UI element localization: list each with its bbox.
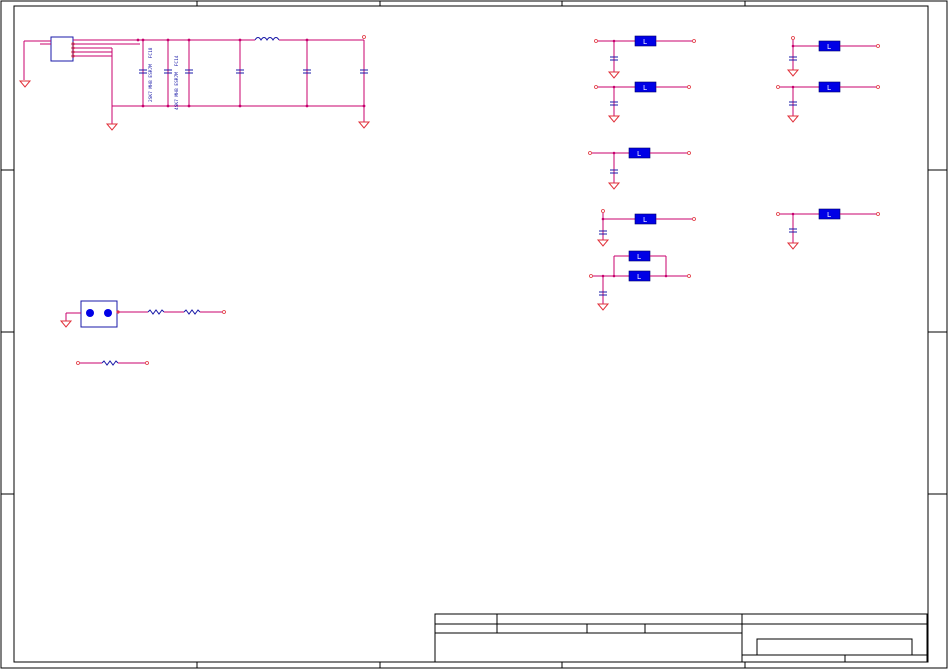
cap-ref-a: FC18 (148, 47, 154, 58)
filter-capacitors (139, 40, 368, 106)
buffer-block[interactable]: L (594, 81, 691, 123)
buffer-block[interactable]: L (596, 209, 696, 247)
buffer-label: L (827, 43, 831, 51)
resistor[interactable] (101, 360, 119, 366)
buffer-block[interactable]: L (786, 36, 880, 77)
svg-text:4SK7 MHB ESR7M FC14: 4SK7 MHB ESR7M FC14 (174, 55, 180, 110)
ground-symbol (18, 80, 32, 88)
buffer-label: L (637, 253, 641, 261)
buffer-block[interactable]: L (776, 208, 880, 250)
schematic-sheet: 2SK7 MHB ESR7M FC18 4SK7 MHB ESR7M FC14 (0, 0, 948, 669)
buffer-label: L (643, 38, 647, 46)
cap-ref-b: FC14 (174, 55, 180, 66)
buffer-label: L (643, 84, 647, 92)
buffer-block[interactable]: L (594, 35, 696, 79)
buffer-label: L (827, 211, 831, 219)
parallel-buffer-pair[interactable]: L L (589, 250, 691, 311)
buffer-group: L L L L L L L L L (588, 35, 880, 311)
buffer-label: L (643, 216, 647, 224)
input-power-section: 2SK7 MHB ESR7M FC18 4SK7 MHB ESR7M FC14 (18, 35, 371, 131)
buffer-label: L (637, 150, 641, 158)
cap-value-a: 2SK7 MHB ESR7M (148, 64, 154, 102)
buffer-label: L (827, 84, 831, 92)
resistor[interactable] (147, 309, 165, 315)
cap-value-b: 4SK7 MHB ESR7M (174, 72, 180, 110)
power-connector[interactable] (50, 36, 74, 62)
svg-text:2SK7 MHB ESR7M FC18: 2SK7 MHB ESR7M FC18 (148, 47, 154, 102)
buffer-block[interactable]: L (776, 81, 880, 123)
switch-section (59, 300, 226, 366)
inductor[interactable] (254, 37, 280, 41)
buffer-label: L (637, 273, 641, 281)
title-block (434, 613, 928, 663)
buffer-block[interactable]: L (588, 147, 691, 190)
resistor[interactable] (183, 309, 201, 315)
